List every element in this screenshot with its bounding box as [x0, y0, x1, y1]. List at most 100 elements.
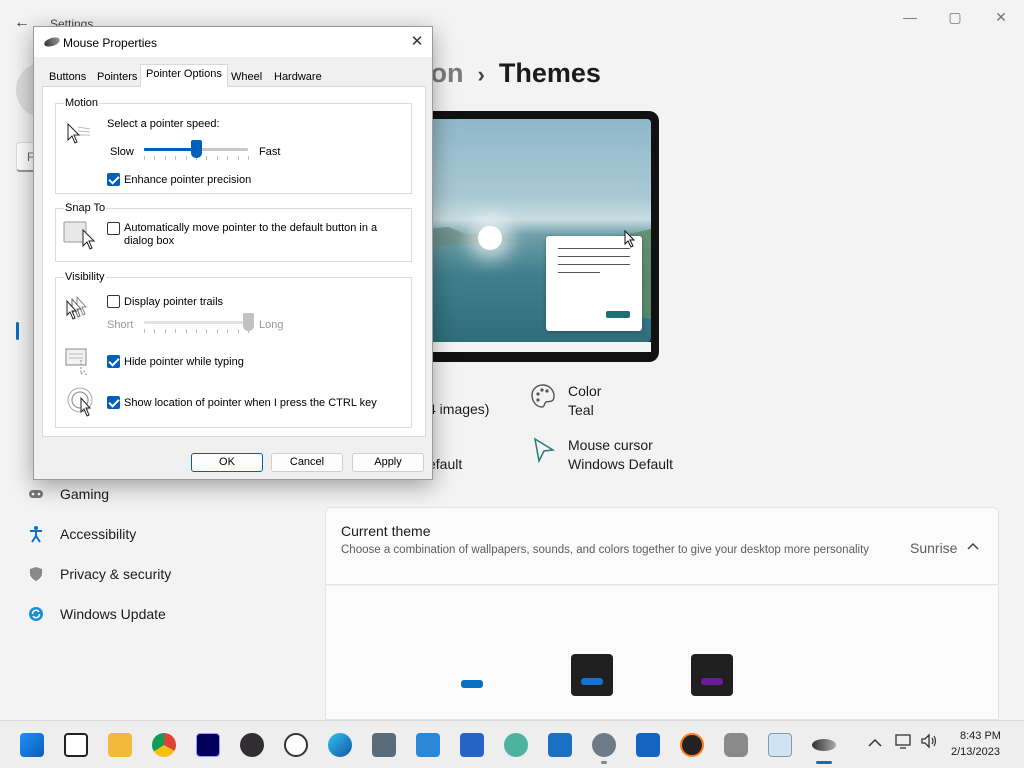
running-indicator: [601, 761, 607, 764]
store-icon[interactable]: [460, 733, 484, 757]
theme-preview-taskbar: [428, 342, 651, 352]
enhance-precision-checkbox[interactable]: [107, 173, 120, 186]
dialog-title: Mouse Properties: [63, 36, 158, 50]
color-setting-value: Teal: [568, 402, 594, 418]
slider-tick: [206, 329, 208, 333]
sidebar-item-gaming[interactable]: Gaming: [20, 477, 300, 511]
theme-thumbnail-light[interactable]: [461, 680, 483, 688]
photos-icon[interactable]: [548, 733, 572, 757]
pointer-speed-slider[interactable]: [190, 140, 202, 158]
snap-to-label-line2[interactable]: dialog box: [124, 235, 174, 247]
hide-pointer-label[interactable]: Hide pointer while typing: [124, 356, 244, 368]
palette-icon: [530, 383, 556, 414]
theme-thumbnail-blue[interactable]: [571, 654, 613, 696]
tab-pointers[interactable]: Pointers: [91, 67, 143, 86]
task-view-icon[interactable]: [64, 733, 88, 757]
mouse-icon[interactable]: [812, 739, 836, 751]
mouse-cursor-setting-title[interactable]: Mouse cursor: [568, 437, 653, 453]
dialog-close-button[interactable]: ✕: [406, 31, 428, 53]
slider-tick: [164, 329, 166, 333]
apply-button[interactable]: Apply: [352, 453, 424, 472]
enhance-precision-label[interactable]: Enhance pointer precision: [124, 174, 251, 186]
file-explorer-icon[interactable]: [108, 733, 132, 757]
clock-date[interactable]: 2/13/2023: [951, 746, 1000, 758]
pointer-trails-ticks: [144, 329, 249, 333]
shield-icon: [20, 566, 52, 582]
mouse-cursor-icon: [533, 437, 556, 468]
page-title: Themes: [498, 58, 601, 88]
theme-gallery: [325, 586, 999, 720]
minimize-button[interactable]: —: [896, 7, 924, 27]
back-arrow-icon[interactable]: ←: [14, 14, 30, 32]
calculator-icon[interactable]: [372, 733, 396, 757]
slider-tick: [227, 329, 229, 333]
tab-buttons[interactable]: Buttons: [43, 67, 92, 86]
slider-tick: [237, 156, 239, 160]
trails-short-label: Short: [107, 319, 134, 331]
snap-to-checkbox[interactable]: [107, 222, 120, 235]
visibility-group-label: Visibility: [64, 271, 106, 283]
cancel-button[interactable]: Cancel: [271, 453, 343, 472]
sidebar-item-label: Windows Update: [60, 606, 166, 622]
trails-long-label: Long: [259, 319, 284, 331]
show-location-label[interactable]: Show location of pointer when I press th…: [124, 397, 377, 409]
sounds-value-partial[interactable]: efault: [428, 456, 462, 472]
speed-fast-label: Fast: [259, 146, 281, 158]
slider-tick: [248, 156, 249, 160]
show-location-checkbox[interactable]: [107, 396, 120, 409]
start-icon[interactable]: [20, 733, 44, 757]
update-icon: [20, 606, 52, 622]
pointer-trails-slider: [242, 313, 254, 331]
slider-tick: [237, 329, 239, 333]
pointer-trails-label[interactable]: Display pointer trails: [124, 296, 223, 308]
maps-icon[interactable]: [504, 733, 528, 757]
current-theme-title: Current theme: [341, 523, 431, 539]
tab-pointer-options[interactable]: Pointer Options: [140, 64, 228, 87]
movies-icon[interactable]: [636, 733, 660, 757]
hide-pointer-checkbox[interactable]: [107, 355, 120, 368]
media-player-icon[interactable]: [680, 733, 704, 757]
pointer-speed-label: Select a pointer speed:: [107, 118, 220, 130]
color-setting-title[interactable]: Color: [568, 383, 601, 399]
settings-icon[interactable]: [592, 733, 616, 757]
theme-thumbnail-purple[interactable]: [691, 654, 733, 696]
motion-group-label: Motion: [64, 97, 100, 109]
chevron-up-icon[interactable]: [868, 735, 882, 750]
slider-tick: [216, 329, 218, 333]
edge-icon[interactable]: [328, 733, 352, 757]
notepad-icon[interactable]: [416, 733, 440, 757]
clock-time[interactable]: 8:43 PM: [960, 730, 1001, 742]
sidebar-item-windows-update[interactable]: Windows Update: [20, 597, 300, 631]
image-viewer-icon[interactable]: [768, 733, 792, 757]
premiere-icon[interactable]: [196, 733, 220, 757]
slider-tick: [175, 329, 177, 333]
ok-button[interactable]: OK: [191, 453, 263, 472]
cursor-icon: [624, 229, 636, 253]
slider-tick: [154, 156, 156, 160]
sidebar-item-privacy[interactable]: Privacy & security: [20, 557, 300, 591]
pointer-trails-checkbox[interactable]: [107, 295, 120, 308]
maximize-button[interactable]: ▢: [941, 7, 969, 27]
background-value-partial[interactable]: 4 images): [428, 401, 489, 417]
slider-tick: [185, 156, 187, 160]
tab-wheel[interactable]: Wheel: [225, 67, 268, 86]
pointer-trails-track: [144, 321, 248, 324]
sidebar-item-label: Gaming: [60, 486, 110, 502]
snap-to-group: [55, 208, 412, 262]
chrome-icon[interactable]: [152, 733, 176, 757]
theme-preview-button: [606, 311, 630, 318]
mouse-cursor-setting-value: Windows Default: [568, 456, 674, 472]
hide-pointer-icon: [65, 347, 95, 382]
pointer-speed-fill: [144, 148, 196, 151]
current-theme-description: Choose a combination of wallpapers, soun…: [341, 544, 870, 556]
sidebar-item-accessibility[interactable]: Accessibility: [20, 517, 300, 551]
close-button[interactable]: ✕: [987, 7, 1015, 27]
chevron-up-icon[interactable]: [967, 538, 979, 553]
tab-hardware[interactable]: Hardware: [268, 67, 328, 86]
obs-icon[interactable]: [240, 733, 264, 757]
clock-app-icon[interactable]: [284, 733, 308, 757]
snap-to-label-line1[interactable]: Automatically move pointer to the defaul…: [124, 222, 377, 234]
network-icon[interactable]: [895, 733, 913, 752]
microphone-icon[interactable]: [724, 733, 748, 757]
volume-icon[interactable]: [920, 733, 938, 752]
